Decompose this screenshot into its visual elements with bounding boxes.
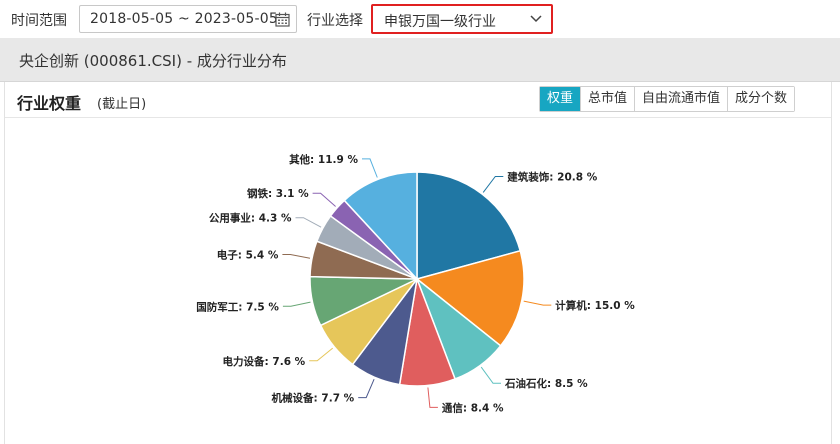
industry-select[interactable]: 申银万国一级行业 <box>371 4 553 34</box>
pie-slice-label: 电力设备: 7.6 % <box>223 355 306 368</box>
pie-leader-line <box>312 192 336 207</box>
pie-leader-line <box>482 176 504 193</box>
pie-slice-label: 电子: 5.4 % <box>217 249 279 262</box>
industry-label: 行业选择 <box>307 13 363 29</box>
pie-slice-label: 钢铁: 3.1 % <box>247 187 309 200</box>
pie-slice-label: 国防军工: 7.5 % <box>196 300 279 313</box>
industry-weight-card: 行业权重 (截止日) 权重 总市值 自由流通市值 成分个数 建筑装饰: 20.8… <box>4 82 832 444</box>
calendar-icon[interactable] <box>275 12 290 27</box>
pie-chart: 建筑装饰: 20.8 % 计算机: 15.0 % 石油石化: 8.5 %通信: 8.… <box>196 153 635 415</box>
pie-leader-line <box>295 217 322 228</box>
time-range-label: 时间范围 <box>11 13 67 29</box>
pie-leader-line <box>480 366 501 384</box>
pie-leader-line <box>309 347 334 362</box>
pie-slice-label: 计算机: 15.0 % <box>555 299 635 312</box>
date-range-input[interactable]: 2018-05-05 ~ 2023-05-05 <box>79 5 297 33</box>
pie-slice-label: 石油石化: 8.5 % <box>504 377 588 390</box>
pie-leader-line <box>282 301 311 307</box>
pie-slice-label: 其他: 11.9 % <box>289 153 358 166</box>
pie-leader-line <box>523 300 552 306</box>
date-range-text: 2018-05-05 ~ 2023-05-05 <box>90 11 278 27</box>
panel-header: 央企创新 (000861.CSI) - 成分行业分布 <box>0 38 840 82</box>
pie-slice-label: 通信: 8.4 % <box>442 401 504 414</box>
panel-title: 央企创新 (000861.CSI) - 成分行业分布 <box>19 52 287 70</box>
pie-slice-label: 机械设备: 7.7 % <box>272 392 355 405</box>
chevron-down-icon <box>530 15 542 23</box>
pie-slice-label: 公用事业: 4.3 % <box>209 212 292 225</box>
industry-select-value: 申银万国一级行业 <box>384 14 496 30</box>
pie-leader-line <box>358 379 375 399</box>
toolbar: 时间范围 2018-05-05 ~ 2023-05-05 行业选择 申银万国一级… <box>0 0 840 38</box>
pie-leader-line <box>362 158 378 178</box>
pie-slice-label: 建筑装饰: 20.8 % <box>506 171 597 184</box>
pie-leader-line <box>427 387 438 408</box>
pie-leader-line <box>282 254 311 259</box>
